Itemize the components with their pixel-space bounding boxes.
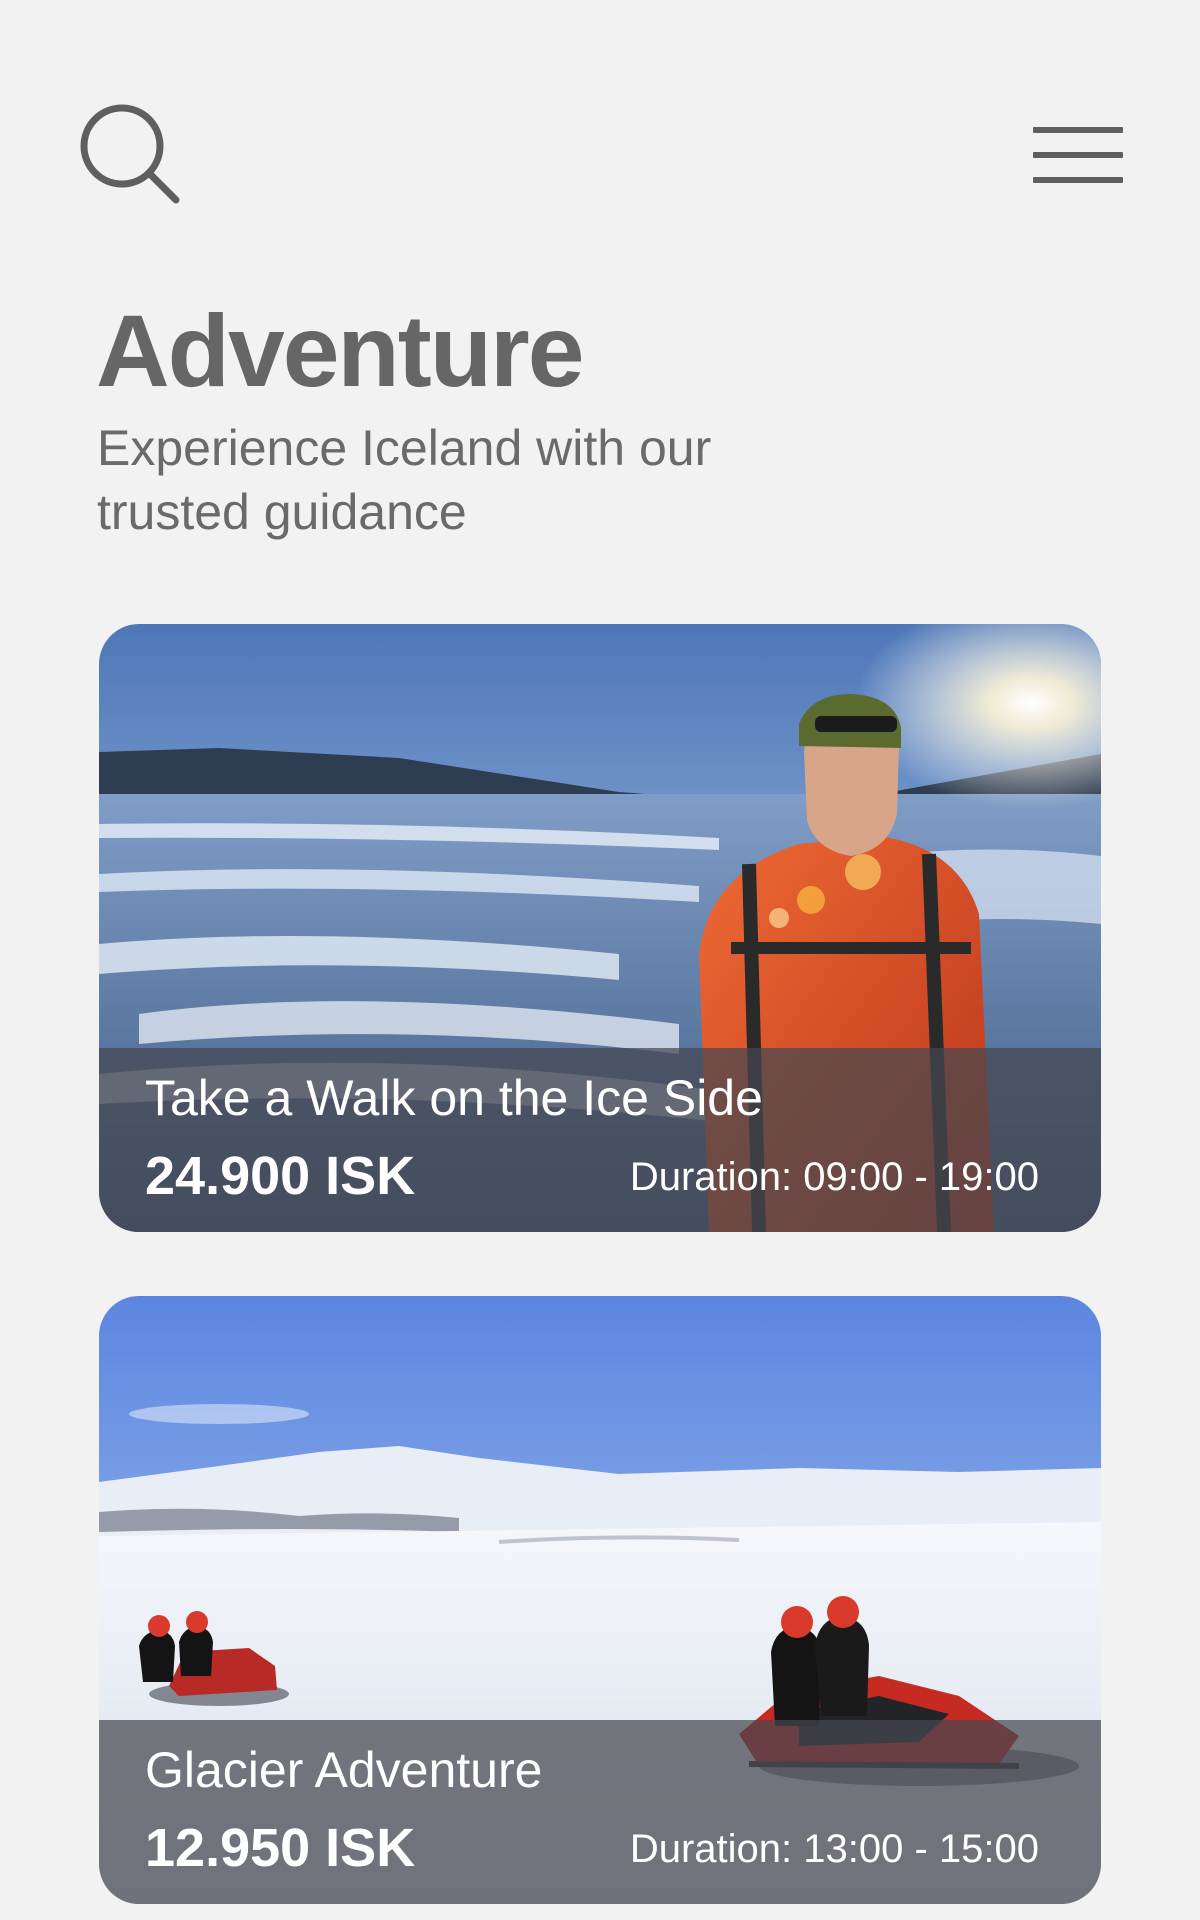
tour-title: Glacier Adventure — [145, 1742, 543, 1798]
tour-duration: Duration: 13:00 - 15:00 — [629, 1827, 1039, 1871]
menu-line — [1033, 152, 1123, 158]
page-subtitle: Experience Iceland with our trusted guid… — [97, 420, 712, 540]
menu-line — [1033, 177, 1123, 183]
hamburger-menu-icon[interactable] — [1030, 124, 1126, 186]
page-title: Adventure — [96, 294, 584, 408]
card-caption: Take a Walk on the Ice Side 24.900 ISK D… — [99, 1048, 1101, 1232]
tour-price: 12.950 ISK — [145, 1818, 416, 1878]
tour-duration: Duration: 09:00 - 19:00 — [629, 1155, 1039, 1199]
menu-line — [1033, 127, 1123, 133]
search-icon[interactable] — [78, 102, 182, 206]
tour-title: Take a Walk on the Ice Side — [145, 1070, 763, 1126]
tour-card-glacier-adventure[interactable]: Glacier Adventure 12.950 ISK Duration: 1… — [99, 1296, 1101, 1904]
tour-card-ice-walk[interactable]: Take a Walk on the Ice Side 24.900 ISK D… — [99, 624, 1101, 1232]
adventure-page: Adventure Experience Iceland with our tr… — [0, 0, 1200, 1920]
tour-price: 24.900 ISK — [145, 1146, 416, 1206]
card-caption: Glacier Adventure 12.950 ISK Duration: 1… — [99, 1720, 1101, 1904]
